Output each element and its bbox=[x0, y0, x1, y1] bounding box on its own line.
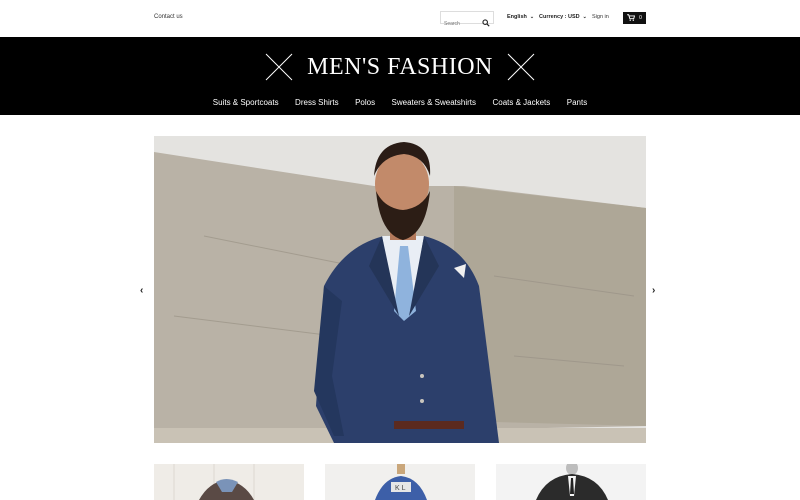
logo[interactable]: MEN'S FASHION bbox=[0, 53, 800, 81]
currency-selector[interactable]: Currency : USD ⌄ bbox=[539, 14, 587, 20]
language-label: English bbox=[507, 14, 527, 20]
chevron-down-icon: ⌄ bbox=[582, 14, 587, 20]
nav-item-pants[interactable]: Pants bbox=[567, 98, 587, 107]
nav-item-sweaters[interactable]: Sweaters & Sweatshirts bbox=[392, 98, 476, 107]
search-box bbox=[440, 11, 494, 30]
brand-title: MEN'S FASHION bbox=[307, 53, 493, 80]
main-nav: Suits & Sportcoats Dress Shirts Polos Sw… bbox=[0, 92, 800, 110]
carousel-next-button[interactable]: › bbox=[652, 285, 655, 296]
nav-item-dress-shirts[interactable]: Dress Shirts bbox=[295, 98, 339, 107]
crossed-lines-icon bbox=[507, 53, 535, 81]
product-thumbnail-coat[interactable] bbox=[496, 464, 646, 500]
top-bar: Contact us English⌄ Currency : USD⌄ Sign… bbox=[0, 0, 800, 37]
currency-label: Currency : USD bbox=[539, 14, 580, 20]
search-input[interactable] bbox=[441, 18, 479, 30]
hero-slide-image[interactable] bbox=[154, 136, 646, 443]
nav-item-suits[interactable]: Suits & Sportcoats bbox=[213, 98, 279, 107]
nav-item-polos[interactable]: Polos bbox=[355, 98, 375, 107]
product-thumbnail-sweater[interactable]: K L bbox=[325, 464, 475, 500]
nav-item-coats[interactable]: Coats & Jackets bbox=[492, 98, 550, 107]
sign-in-link[interactable]: Sign in bbox=[592, 14, 609, 20]
cart-count: 0 bbox=[639, 15, 642, 21]
cart-button[interactable]: 0 bbox=[623, 12, 646, 24]
chevron-down-icon: ⌄ bbox=[529, 14, 535, 20]
cart-icon bbox=[627, 13, 636, 23]
search-icon[interactable] bbox=[482, 14, 490, 27]
carousel-prev-button[interactable]: ‹ bbox=[140, 285, 143, 296]
svg-text:K L: K L bbox=[395, 485, 406, 492]
contact-us-link[interactable]: Contact us bbox=[154, 14, 183, 20]
crossed-lines-icon bbox=[265, 53, 293, 81]
product-thumbnail-jacket[interactable] bbox=[154, 464, 304, 500]
language-selector[interactable]: English ⌄ bbox=[507, 14, 534, 20]
